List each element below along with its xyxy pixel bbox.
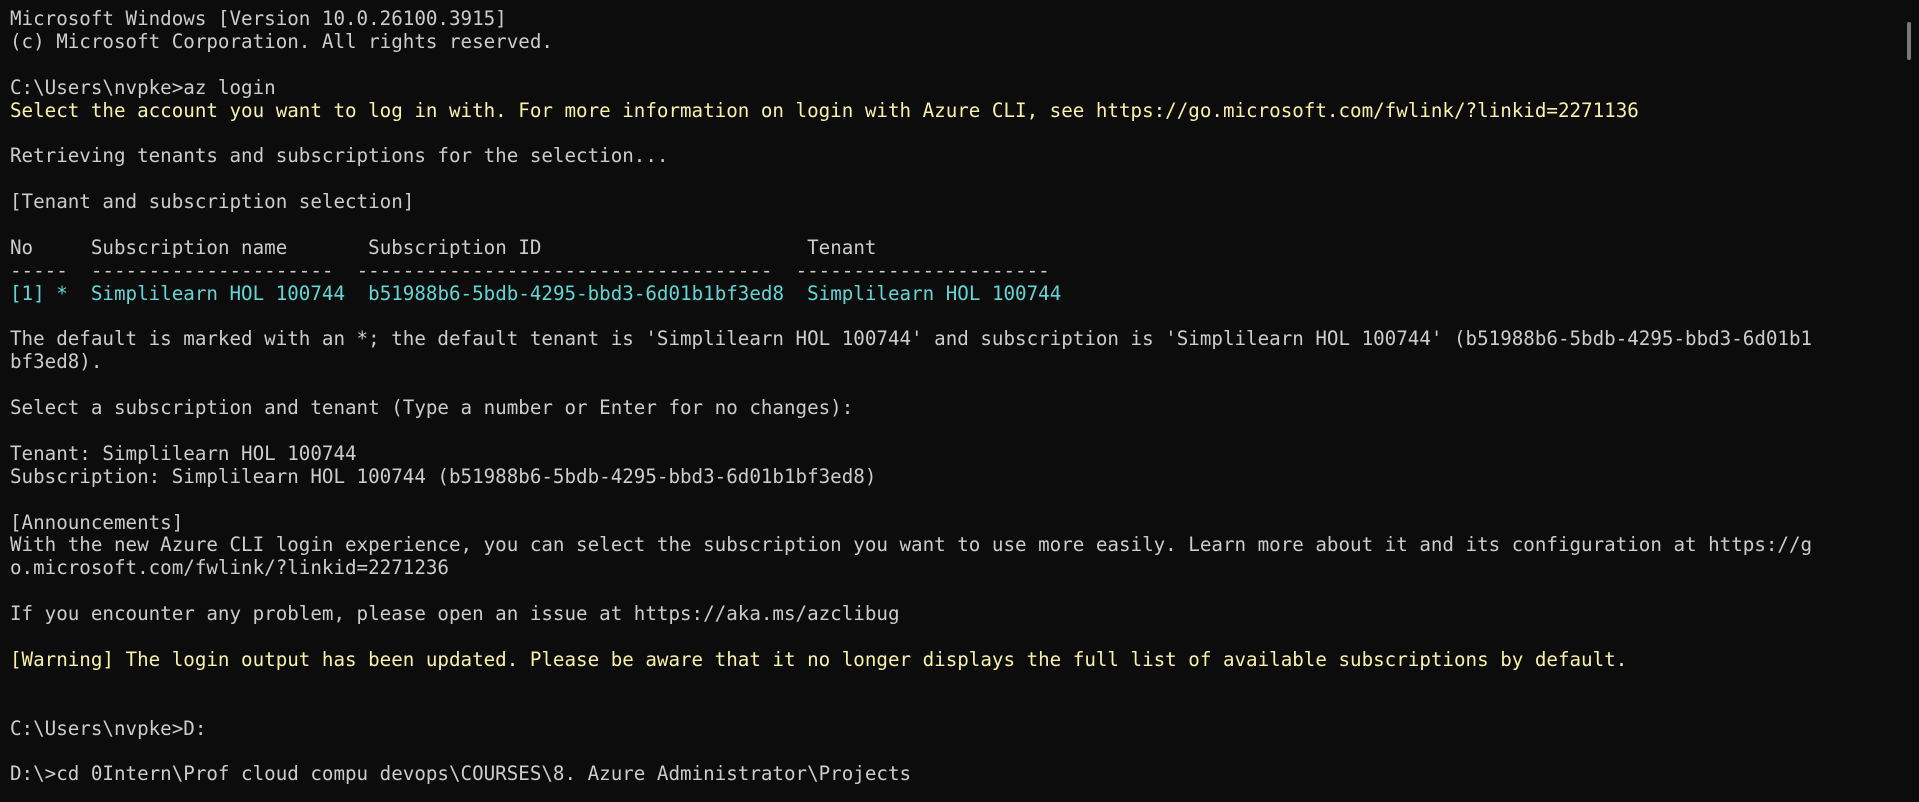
os-version-line: Microsoft Windows [Version 10.0.26100.39…: [10, 7, 507, 30]
col-subscription-name-header: Subscription name: [90, 235, 288, 259]
command-change-drive: C:\Users\nvpke>D:: [10, 716, 207, 740]
issue-line: If you encounter any problem, please ope…: [10, 602, 900, 626]
retrieving-message: Retrieving tenants and subscriptions for…: [10, 144, 669, 168]
separator-tenant: ----------------------: [795, 258, 1050, 282]
select-account-message: Select the account you want to log in wi…: [10, 98, 1639, 122]
command-az-login: C:\Users\nvpke>az login: [10, 75, 276, 99]
command-cd-projects[interactable]: D:\>cd 0Intern\Prof cloud compu devops\C…: [10, 762, 1883, 786]
announcement-line-2: o.microsoft.com/fwlink/?linkid=2271236: [10, 556, 449, 580]
row-subscription-id: b51988b6-5bdb-4295-bbd3-6d01b1bf3ed8: [368, 281, 785, 305]
copyright-line: (c) Microsoft Corporation. All rights re…: [10, 29, 553, 53]
table-header-row: No Subscription name Subscription ID Ten…: [10, 235, 1883, 260]
col-subscription-id-header: Subscription ID: [368, 235, 542, 259]
select-subscription-prompt: Select a subscription and tenant (Type a…: [10, 396, 854, 420]
col-tenant-header: Tenant: [807, 235, 877, 259]
vertical-scrollbar[interactable]: [1903, 0, 1913, 802]
subscription-line: Subscription: Simplilearn HOL 100744 (b5…: [10, 464, 877, 488]
row-tenant: Simplilearn HOL 100744: [807, 281, 1062, 305]
scrollbar-thumb[interactable]: [1907, 22, 1911, 60]
separator-subscription-name: ---------------------: [90, 258, 334, 282]
warning-line: [Warning] The login output has been upda…: [10, 647, 1628, 671]
table-row: [1] * Simplilearn HOL 100744 b51988b6-5b…: [10, 281, 1883, 306]
announcements-header: [Announcements]: [10, 510, 184, 534]
separator-subscription-id: ------------------------------------: [356, 258, 773, 282]
default-info-line-2: bf3ed8).: [10, 350, 103, 374]
selection-header: [Tenant and subscription selection]: [10, 190, 415, 214]
default-info-line-1: The default is marked with an *; the def…: [10, 327, 1813, 351]
row-subscription-name: Simplilearn HOL 100744: [90, 281, 346, 305]
col-no-header: No: [10, 235, 34, 259]
announcement-line-1: With the new Azure CLI login experience,…: [10, 533, 1813, 557]
row-number: [1] *: [10, 281, 68, 305]
separator-no: -----: [10, 258, 68, 282]
table-separator-row: ----- --------------------- ------------…: [10, 258, 1883, 283]
tenant-line: Tenant: Simplilearn HOL 100744: [10, 441, 357, 465]
terminal-window[interactable]: Microsoft Windows [Version 10.0.26100.39…: [0, 0, 1919, 802]
